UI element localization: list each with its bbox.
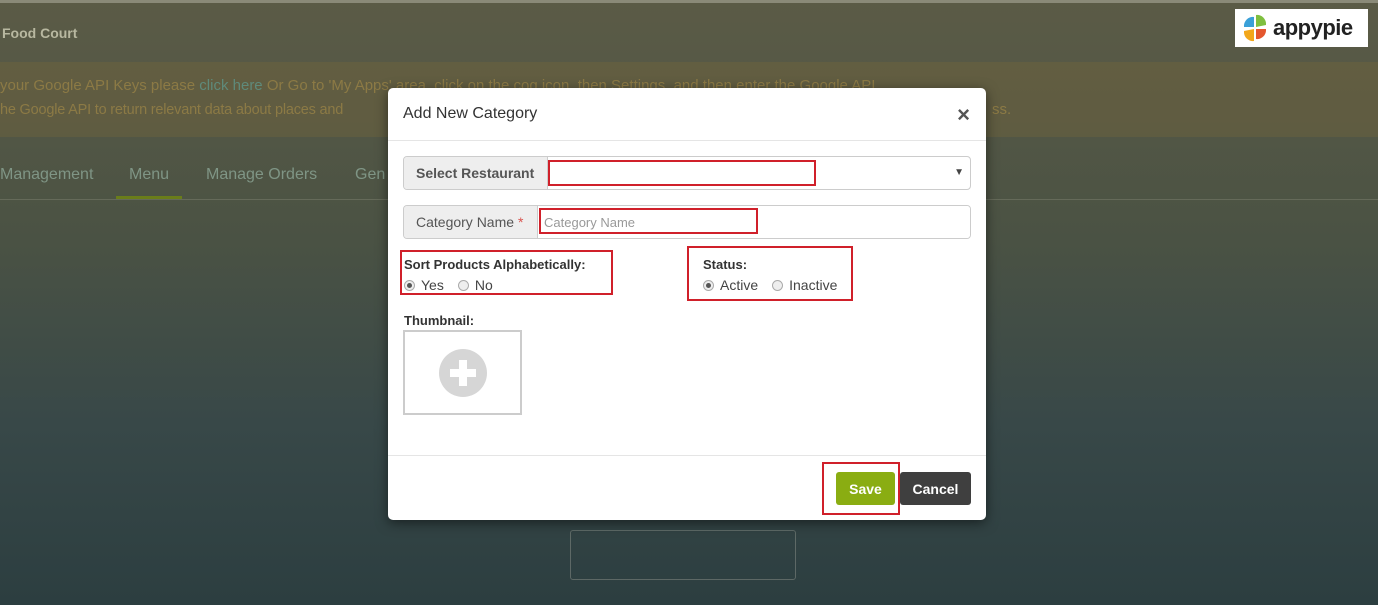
cancel-button[interactable]: Cancel xyxy=(900,472,971,505)
logo-text: appypie xyxy=(1273,15,1353,40)
notice-text: ss. xyxy=(992,101,1012,118)
category-name-label: Category Name * xyxy=(404,206,538,238)
tab-manage-orders[interactable]: Manage Orders xyxy=(206,166,317,184)
notice-text: your Google API Keys please xyxy=(0,77,200,94)
background-box xyxy=(570,530,796,580)
click-here-link[interactable]: click here xyxy=(199,77,262,94)
highlight-box xyxy=(548,160,816,186)
appypie-logo: appypie xyxy=(1235,9,1368,47)
modal-footer: Save Cancel xyxy=(388,455,986,520)
select-restaurant-label: Select Restaurant xyxy=(404,157,548,189)
highlight-box xyxy=(822,462,900,515)
highlight-box xyxy=(539,208,758,234)
top-bar: Food Court xyxy=(0,0,1378,60)
close-icon[interactable]: × xyxy=(957,102,970,128)
tab-menu[interactable]: Menu xyxy=(116,166,182,199)
modal-header: Add New Category × xyxy=(388,88,986,141)
tab-general[interactable]: Gen xyxy=(355,166,385,184)
highlight-box xyxy=(687,246,853,301)
app-title: Food Court xyxy=(2,25,78,41)
appypie-logo-icon xyxy=(1243,14,1267,42)
required-asterisk: * xyxy=(518,214,524,230)
thumbnail-upload[interactable] xyxy=(403,330,522,415)
highlight-box xyxy=(400,250,613,295)
thumbnail-label: Thumbnail: xyxy=(404,313,475,328)
tab-management[interactable]: Management xyxy=(0,166,93,184)
notice-text: he Google API to return relevant data ab… xyxy=(0,102,344,118)
label-text: Category Name xyxy=(416,214,515,230)
add-category-modal: Add New Category × Select Restaurant ▼ C… xyxy=(388,88,986,520)
modal-title: Add New Category xyxy=(403,105,538,122)
caret-down-icon: ▼ xyxy=(954,167,964,178)
plus-circle-icon xyxy=(438,348,487,397)
